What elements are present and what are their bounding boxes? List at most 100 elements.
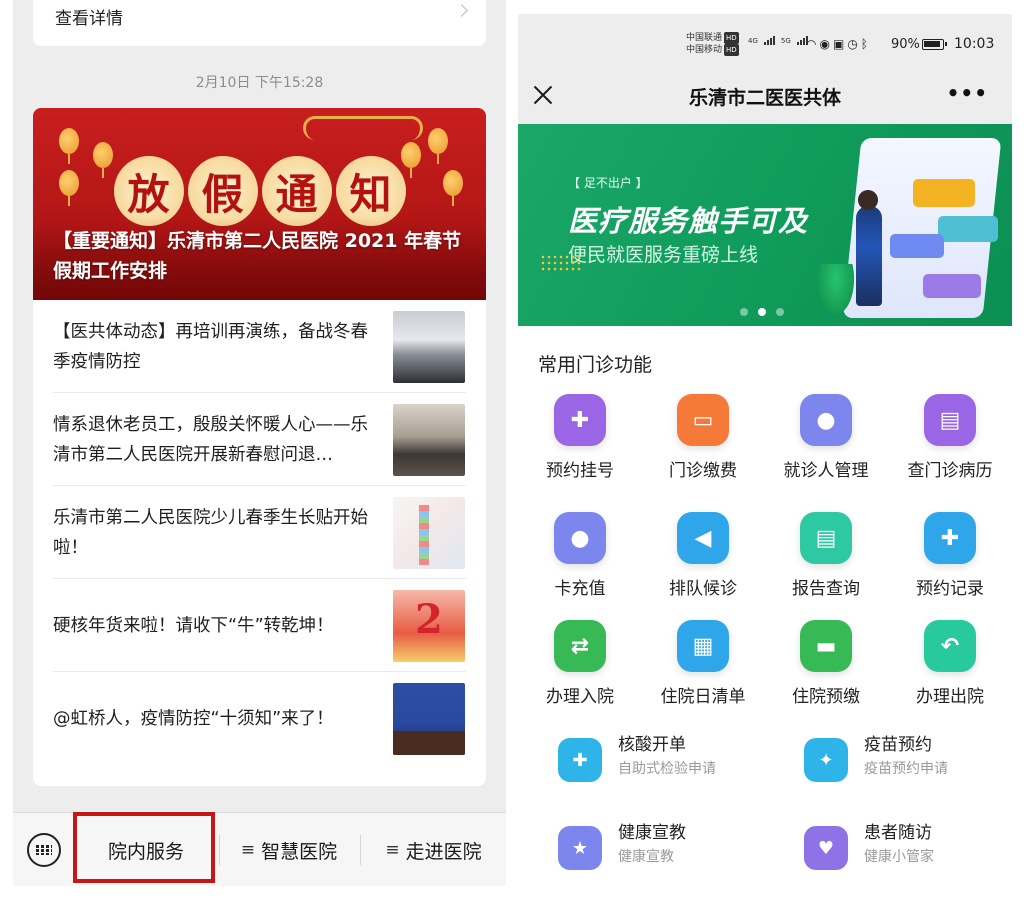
func-payment[interactable]: ▭ 门诊缴费 [641,394,765,481]
wallet-icon: ▭ [677,394,729,446]
carousel-dot-active[interactable] [758,308,766,316]
battery-percent: 90% [891,37,920,52]
speaker-icon: ◀ [677,512,729,564]
cover-caption: 【重要通知】乐清市第二人民医院 2021 年春节假期工作安排 [53,230,462,282]
menu-item-hospital-services[interactable]: 院内服务 [75,813,217,886]
carrier-info: 中国联通 HD 中国移动 HD [686,32,739,56]
func-report[interactable]: ▤ 报告查询 [764,512,888,599]
banner-subtitle: 便民就医服务重磅上线 [568,244,759,266]
func-label: 住院预缴 [792,687,860,707]
cover-title-char: 知 [335,156,406,226]
func-appointment-records[interactable]: ✚ 预约记录 [888,512,1012,599]
func-desc: 疫苗预约申请 [864,761,948,777]
user-gear-icon: ● [800,394,852,446]
record-book-icon: ▤ [924,394,976,446]
mini-program-pane: 中国联通 HD 中国移动 HD 4G 5G ◠◉▣◷ᛒ 90% 10:03 乐清市二… [518,14,1012,888]
func-card-recharge[interactable]: ● 卡充值 [518,512,642,599]
battery-icon [922,39,947,50]
func-title: 患者随访 [864,823,932,843]
func-desc: 健康宣教 [618,849,674,865]
nurse-icon: ✚ [558,738,602,782]
news-item[interactable]: 情系退休老员工，殷殷关怀暖人心——乐清市第二人民医院开展新春慰问退… [33,393,486,486]
func-follow-up[interactable]: ♥ 患者随访 健康小管家 [784,818,1012,880]
more-icon[interactable]: ••• [947,83,988,103]
wifi-icon: ◠ [806,37,820,51]
menu-hamburger-icon: ≡ [240,840,256,860]
func-daily-list[interactable]: ▦ 住院日清单 [641,620,765,707]
news-thumbnail [393,683,465,755]
outpatient-functions: 常用门诊功能 ✚ 预约挂号 ▭ 门诊缴费 ● 就诊人管理 ▤ 查门诊病历 ● 卡… [518,326,1012,888]
official-account-menu: 院内服务 ≡ 智慧医院 ≡ 走进医院 [13,812,506,886]
status-bar: 中国联通 HD 中国移动 HD 4G 5G ◠◉▣◷ᛒ 90% 10:03 [518,14,1012,66]
keyboard-icon[interactable] [27,833,61,867]
eye-icon: ◉ [819,37,833,51]
cover-article[interactable]: 放 假 通 知 【重要通知】乐清市第二人民医院 2021 年春节假期工作安排 [33,108,486,300]
news-title: 情系退休老员工，殷殷关怀暖人心——乐清市第二人民医院开展新春慰问退… [53,414,368,465]
func-label: 卡充值 [554,579,606,599]
hd-badge: HD [724,32,739,44]
service-card-illustration [890,234,944,258]
func-label: 办理入院 [546,687,614,707]
view-details-label: 查看详情 [55,9,123,29]
network-type: 5G [780,37,791,45]
cover-title-char: 通 [261,156,332,226]
news-item[interactable]: 乐清市第二人民医院少儿春季生长贴开始啦！ [33,486,486,579]
func-medical-record[interactable]: ▤ 查门诊病历 [888,394,1012,481]
carrier-name: 中国移动 [686,45,723,55]
carousel-dot[interactable] [776,308,784,316]
alarm-icon: ◷ [847,37,861,51]
func-queue[interactable]: ◀ 排队候诊 [641,512,765,599]
section-title: 常用门诊功能 [538,354,653,376]
func-patient-manage[interactable]: ● 就诊人管理 [764,394,888,481]
network-type: 4G [748,37,758,45]
news-title: @虹桥人，疫情防控“十须知”来了！ [53,708,334,729]
service-card-illustration [923,274,981,298]
nav-bar: 乐清市二医医共体 ••• [518,66,1012,124]
carousel-dot[interactable] [740,308,748,316]
func-health-education[interactable]: ★ 健康宣教 健康宣教 [538,818,778,880]
news-item[interactable]: 硬核年货来啦！请收下“牛”转乾坤！ [33,579,486,672]
carousel-indicator[interactable] [740,308,784,316]
heart-icon: ♥ [804,826,848,870]
func-prepay[interactable]: ▬ 住院预缴 [764,620,888,707]
clipboard-icon: ✚ [924,512,976,564]
menu-item-about-hospital[interactable]: ≡ 走进医院 [361,813,506,886]
menu-item-smart-hospital[interactable]: ≡ 智慧医院 [220,813,358,886]
user-card-icon: ● [554,512,606,564]
status-icons: ◠◉▣◷ᛒ [806,37,871,51]
star-book-icon: ★ [558,826,602,870]
lantern-icon [428,128,448,164]
card-icon: ▬ [800,620,852,672]
chevron-right-icon [455,4,468,17]
page-title: 乐清市二医医共体 [688,87,841,109]
func-label: 查门诊病历 [907,461,993,481]
func-admission[interactable]: ⇄ 办理入院 [518,620,642,707]
banner-headline: 医疗服务触手可及 [568,204,809,238]
func-nucleic-acid[interactable]: ✚ 核酸开单 自助式检验申请 [538,730,778,792]
previous-article-card[interactable]: 查看详情 [33,0,486,46]
carrier-name: 中国联通 [686,33,723,43]
func-appointment[interactable]: ✚ 预约挂号 [518,394,642,481]
func-discharge[interactable]: ↶ 办理出院 [888,620,1012,707]
bluetooth-icon: ᛒ [860,37,871,51]
news-title: 硬核年货来啦！请收下“牛”转乾坤！ [53,615,334,636]
signal-icon: 4G 5G [748,36,808,45]
news-item[interactable]: 【医共体动态】再培训再演练，备战冬春季疫情防控 [33,300,486,393]
service-card-illustration [938,216,998,242]
news-thumbnail [393,404,465,476]
person-head-illustration [858,190,878,210]
func-title: 疫苗预约 [864,735,932,755]
func-label: 就诊人管理 [783,461,869,481]
diamond-plus-icon: ✚ [554,394,606,446]
cover-title-char: 假 [187,156,258,226]
func-label: 排队候诊 [669,579,737,599]
func-label: 预约挂号 [546,461,614,481]
news-thumbnail [393,311,465,383]
func-vaccine[interactable]: ✦ 疫苗预约 疫苗预约申请 [784,730,1012,792]
banner-tag: 【 足不出户 】 [568,176,648,190]
news-item[interactable]: @虹桥人，疫情防控“十须知”来了！ [33,672,486,765]
news-thumbnail [393,497,465,569]
transfer-icon: ⇄ [554,620,606,672]
cover-title-char: 放 [113,156,184,226]
promo-banner[interactable]: 【 足不出户 】 医疗服务触手可及 便民就医服务重磅上线 [518,124,1012,326]
